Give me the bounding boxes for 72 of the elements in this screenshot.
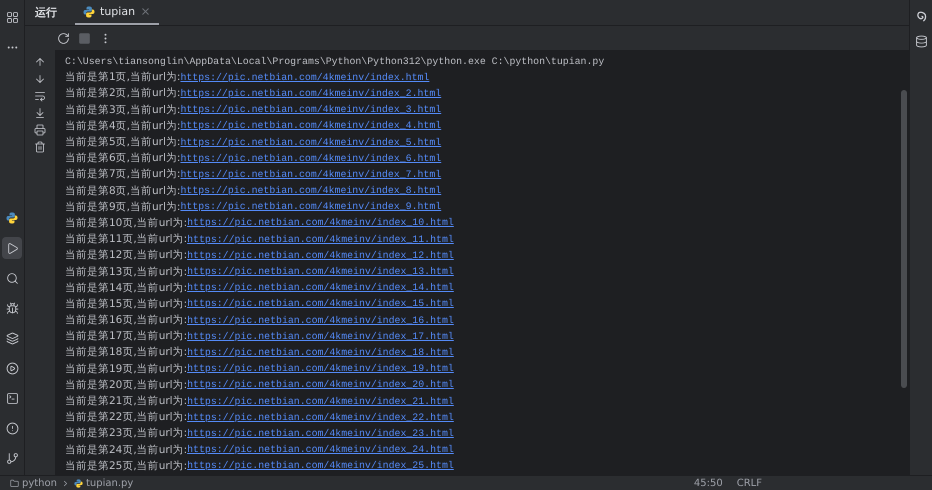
url-link[interactable]: https://pic.netbian.com/4kmeinv/index_18.html <box>187 346 454 358</box>
url-link[interactable]: https://pic.netbian.com/4kmeinv/index_12.html <box>187 250 454 261</box>
run-tab[interactable]: tupian <box>75 0 160 25</box>
url-link[interactable]: https://pic.netbian.com/4kmeinv/index_14.html <box>187 282 454 294</box>
url-link[interactable]: https://pic.netbian.com/4kmeinv/index_4.html <box>180 120 442 132</box>
log-text: 当前是第10页,当前url为: <box>65 216 188 230</box>
database-icon[interactable] <box>914 35 928 48</box>
python-icon <box>74 478 83 488</box>
url-link[interactable]: https://pic.netbian.com/4kmeinv/index_17.html <box>187 330 454 342</box>
log-text: 当前是第8页,当前url为: <box>65 184 180 198</box>
log-text: 当前是第14页,当前url为: <box>65 280 188 295</box>
close-icon[interactable] <box>140 6 152 17</box>
log-text: 当前是第15页,当前url为: <box>65 296 188 311</box>
log-text: 当前是第21页,当前url为: <box>65 394 188 408</box>
log-text: 当前是第9页,当前url为: <box>65 200 180 214</box>
status-item[interactable]: 45:50 <box>694 478 723 488</box>
url-link[interactable]: https://pic.netbian.com/4kmeinv/index_21.html <box>187 396 454 407</box>
url-link[interactable]: https://pic.netbian.com/4kmeinv/index_23.html <box>187 428 454 439</box>
log-text: 当前是第2页,当前url为: <box>65 86 180 100</box>
log-text: 当前是第11页,当前url为: <box>65 232 188 246</box>
url-link[interactable]: https://pic.netbian.com/4kmeinv/index_9.html <box>180 201 442 212</box>
breadcrumb-item[interactable]: tupian.py <box>74 478 134 488</box>
python-icon <box>83 6 95 18</box>
log-text: 当前是第20页,当前url为: <box>65 378 188 392</box>
url-link[interactable]: https://pic.netbian.com/4kmeinv/index_16.html <box>187 314 454 326</box>
url-link[interactable]: https://pic.netbian.com/4kmeinv/index_8.html <box>180 185 442 196</box>
panel-title: 运行 <box>35 5 57 20</box>
url-link[interactable]: https://pic.netbian.com/4kmeinv/index_11.html <box>187 234 454 245</box>
log-text: 当前是第18页,当前url为: <box>65 345 188 360</box>
folder-icon <box>10 478 19 488</box>
log-text: 当前是第25页,当前url为: <box>65 458 188 473</box>
log-text: 当前是第6页,当前url为: <box>65 151 180 166</box>
log-text: 当前是第4页,当前url为: <box>65 118 180 133</box>
scroll-end-icon[interactable] <box>34 107 46 119</box>
breadcrumb-item[interactable]: python <box>10 478 57 488</box>
url-link[interactable]: https://pic.netbian.com/4kmeinv/index_5.html <box>180 136 442 148</box>
url-link[interactable]: https://pic.netbian.com/4kmeinv/index_10.html <box>187 217 454 228</box>
url-link[interactable]: https://pic.netbian.com/4kmeinv/index_22.html <box>187 412 454 423</box>
url-link[interactable]: https://pic.netbian.com/4kmeinv/index_15.html <box>187 298 454 310</box>
command-line: C:\Users\tiansonglin\AppData\Local\Programs\Python\Python312\python.exe C:\python\tupian.py <box>65 56 604 67</box>
rerun-icon[interactable] <box>57 32 70 44</box>
url-link[interactable]: https://pic.netbian.com/4kmeinv/index_2.html <box>180 88 442 99</box>
wrap-icon[interactable] <box>34 90 46 102</box>
log-text: 当前是第7页,当前url为: <box>65 167 180 182</box>
printer-icon[interactable] <box>34 124 46 136</box>
url-link[interactable]: https://pic.netbian.com/4kmeinv/index_13.html <box>187 266 454 278</box>
log-text: 当前是第24页,当前url为: <box>65 442 188 457</box>
arrow-up-icon[interactable] <box>34 56 46 68</box>
arrow-down-icon[interactable] <box>34 73 46 85</box>
log-text: 当前是第5页,当前url为: <box>65 135 180 150</box>
log-text: 当前是第3页,当前url为: <box>65 102 180 117</box>
run-icon[interactable] <box>2 237 22 259</box>
trash-icon[interactable] <box>34 141 46 153</box>
scrollbar-thumb[interactable] <box>901 90 907 388</box>
log-text: 当前是第16页,当前url为: <box>65 313 188 328</box>
log-text: 当前是第12页,当前url为: <box>65 248 188 262</box>
log-text: 当前是第19页,当前url为: <box>65 362 188 376</box>
url-link[interactable]: https://pic.netbian.com/4kmeinv/index_19.html <box>187 363 454 374</box>
log-text: 当前是第13页,当前url为: <box>65 264 188 279</box>
url-link[interactable]: https://pic.netbian.com/4kmeinv/index_6.html <box>180 152 442 164</box>
url-link[interactable]: https://pic.netbian.com/4kmeinv/index.html <box>180 72 430 83</box>
log-text: 当前是第17页,当前url为: <box>65 329 188 344</box>
status-item[interactable]: CRLF <box>736 478 762 488</box>
url-link[interactable]: https://pic.netbian.com/4kmeinv/index_20.html <box>187 379 454 390</box>
url-link[interactable]: https://pic.netbian.com/4kmeinv/index_24.html <box>187 444 454 456</box>
log-text: 当前是第23页,当前url为: <box>65 426 188 440</box>
url-link[interactable]: https://pic.netbian.com/4kmeinv/index_25.html <box>187 460 454 472</box>
log-text: 当前是第1页,当前url为: <box>65 70 180 84</box>
log-text: 当前是第22页,当前url为: <box>65 410 188 424</box>
url-link[interactable]: https://pic.netbian.com/4kmeinv/index_3.html <box>180 104 442 116</box>
url-link[interactable]: https://pic.netbian.com/4kmeinv/index_7.html <box>180 168 442 180</box>
spiral-icon[interactable] <box>914 10 928 23</box>
